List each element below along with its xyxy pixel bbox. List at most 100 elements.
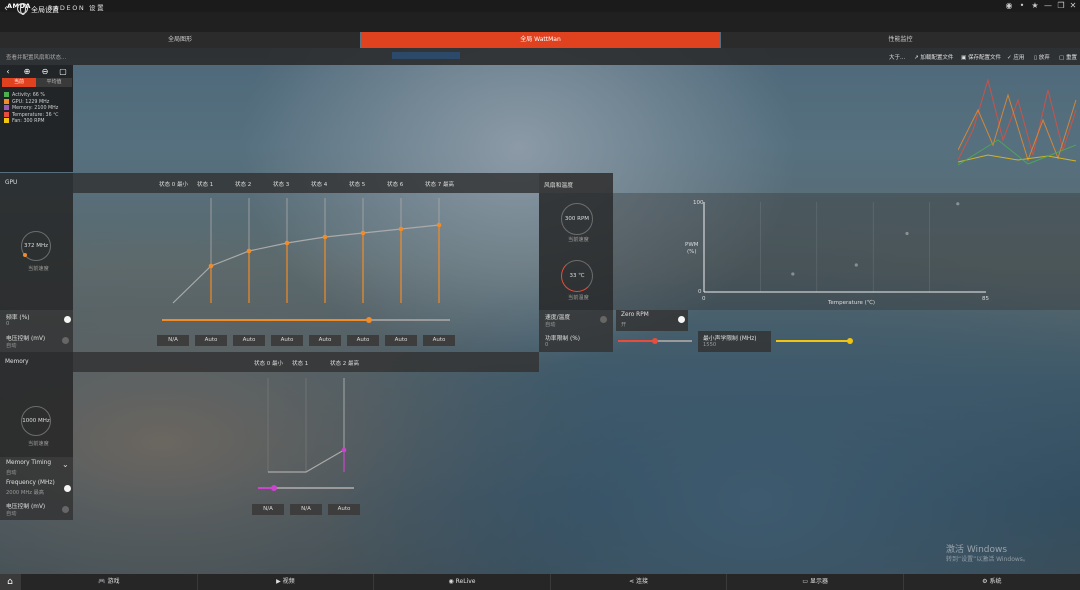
gpu-voltage-button[interactable]: Auto [385, 335, 417, 346]
min-acoustic-label: 最小声学限制 (MHz) [703, 336, 757, 342]
gpu-freq-slider-fill [162, 319, 370, 321]
minimize-button[interactable]: — [1042, 1, 1054, 11]
gpu-state-label: 状态 1 [197, 182, 214, 188]
save-profile-button[interactable]: ▣ 保存配置文件 [961, 53, 1001, 61]
legend-item: Activity: 66 % [4, 92, 45, 98]
mini-monitor-graph [958, 78, 1077, 166]
zero-rpm-toggle[interactable] [678, 316, 685, 323]
gpu-state-label: 状态 7 最高 [425, 182, 454, 188]
page-title: 全局设置 [31, 6, 59, 14]
gpu-freq-slider-track[interactable] [162, 319, 450, 321]
monitor-tab-current[interactable]: 当前 [2, 78, 36, 87]
gpu-freq-toggle[interactable] [64, 316, 71, 323]
zero-rpm-value: 开 [621, 322, 627, 328]
save-profile-label: 保存配置文件 [967, 55, 1001, 61]
fan-y-axis-unit: (%) [687, 249, 697, 255]
memory-voltage-button[interactable]: Auto [328, 504, 360, 515]
toolbar-hint: 查看并配置风扇和状态... [6, 55, 67, 61]
gpu-state-point [322, 234, 328, 240]
gpu-state-point [360, 230, 366, 236]
apply-button[interactable]: ✓ 应用 [1007, 53, 1024, 61]
gpu-freq-slider-knob[interactable] [366, 317, 373, 323]
gpu-voltage-button[interactable]: Auto [347, 335, 379, 346]
nav-label: 显示器 [809, 578, 828, 585]
nav-video[interactable]: ▶ 视频 [196, 574, 374, 590]
memory-state-chart[interactable] [262, 376, 357, 476]
nav-label: ReLive [455, 578, 476, 585]
nav-gaming[interactable]: 🎮 游戏 [20, 574, 197, 590]
load-profile-button[interactable]: ↗ 加载配置文件 [914, 53, 953, 61]
nav-connect[interactable]: ⋖ 连接 [549, 574, 727, 590]
gpu-state-label: 状态 4 [311, 182, 328, 188]
speed-temp-label: 速度/温度 [545, 315, 571, 321]
power-limit-slider-knob[interactable] [652, 338, 658, 344]
gpu-voltage-button[interactable]: Auto [271, 335, 303, 346]
fan-curve-point [791, 272, 795, 276]
gpu-header [73, 173, 539, 193]
gpu-voltage-value: 自动 [6, 343, 17, 349]
gpu-gauge-indicator [23, 253, 27, 257]
notification-icon[interactable]: • [1016, 1, 1028, 11]
gpu-title: GPU [5, 180, 18, 186]
monitor-tab-average[interactable]: 平均值 [36, 78, 72, 87]
collapse-icon[interactable]: ‹ [3, 67, 13, 77]
memory-freq-slider-knob[interactable] [271, 485, 278, 491]
legend-item: Fan: 300 RPM [4, 118, 44, 124]
legend-item: GPU: 1229 MHz [4, 98, 49, 105]
tab-global-graphics[interactable]: 全局图形 [0, 32, 360, 48]
nav-system[interactable]: ⚙ 系统 [903, 574, 1080, 590]
radeon-status-icon[interactable]: ◉ [1003, 1, 1015, 11]
memory-timing-value: 自动 [6, 470, 17, 476]
legend-item: Temperature: 36 ℃ [4, 111, 59, 118]
power-limit-value: 0 [545, 342, 549, 348]
nav-label: 游戏 [107, 578, 120, 585]
fan-curve-point [854, 263, 858, 267]
min-acoustic-slider-fill [776, 340, 850, 342]
globe-icon [17, 3, 28, 15]
gpu-state-label: 状态 6 [387, 182, 404, 188]
memory-title: Memory [5, 359, 29, 365]
reset-button[interactable]: ▢ 重置 [1059, 53, 1077, 61]
memory-voltage-button[interactable]: N/A [252, 504, 284, 515]
gpu-state-chart[interactable] [160, 195, 460, 307]
speed-temp-value: 自动 [545, 322, 556, 328]
discard-button[interactable]: ▯ 放弃 [1034, 53, 1050, 61]
legend-swatch [4, 111, 9, 117]
favorite-icon[interactable]: ★ [1029, 1, 1041, 11]
maximize-button[interactable]: ❐ [1055, 1, 1067, 11]
gpu-voltage-button[interactable]: Auto [423, 335, 455, 346]
tab-performance-monitor[interactable]: 性能监控 [721, 32, 1080, 48]
gpu-state-point [436, 222, 442, 228]
close-button[interactable]: ✕ [1067, 1, 1079, 11]
gpu-voltage-button[interactable]: Auto [309, 335, 341, 346]
nav-display[interactable]: ▭ 显示器 [726, 574, 903, 590]
gpu-voltage-button[interactable]: N/A [157, 335, 189, 346]
size-action[interactable]: 大于... [889, 53, 905, 61]
expand-icon[interactable]: ▢ [58, 67, 68, 77]
memory-voltage-toggle[interactable] [62, 506, 69, 513]
nav-relive[interactable]: ◉ ReLive [373, 574, 550, 590]
reset-label: 重置 [1065, 55, 1077, 61]
memory-voltage-label: 电压控制 (mV) [6, 504, 46, 510]
memory-voltage-button[interactable]: N/A [290, 504, 322, 515]
memory-freq-toggle[interactable] [64, 485, 71, 492]
zoom-in-icon[interactable]: ⊕ [22, 67, 32, 77]
monitor-icon: ▭ [802, 578, 810, 585]
relive-icon: ◉ [448, 578, 456, 585]
home-button[interactable]: ⌂ [0, 574, 20, 590]
fan-curve-point [956, 202, 960, 206]
min-acoustic-slider-track[interactable] [776, 340, 850, 342]
back-arrow-icon[interactable]: ‹ [4, 3, 8, 14]
gpu-state-label: 状态 5 [349, 182, 366, 188]
speed-temp-toggle[interactable] [600, 316, 607, 323]
fan-curve-chart[interactable]: 100 0 PWM(%) 0 85 Temperature (℃) [680, 196, 990, 308]
chevron-down-icon[interactable]: ⌄ [62, 460, 69, 469]
min-acoustic-slider-knob[interactable] [847, 338, 853, 344]
memory-state-label: 状态 1 [292, 361, 309, 367]
gpu-state-point [284, 240, 290, 246]
zoom-out-icon[interactable]: ⊖ [40, 67, 50, 77]
gpu-voltage-button[interactable]: Auto [195, 335, 227, 346]
tab-global-wattman[interactable]: 全局 WattMan [361, 32, 720, 48]
gpu-voltage-button[interactable]: Auto [233, 335, 265, 346]
gpu-voltage-toggle[interactable] [62, 337, 69, 344]
